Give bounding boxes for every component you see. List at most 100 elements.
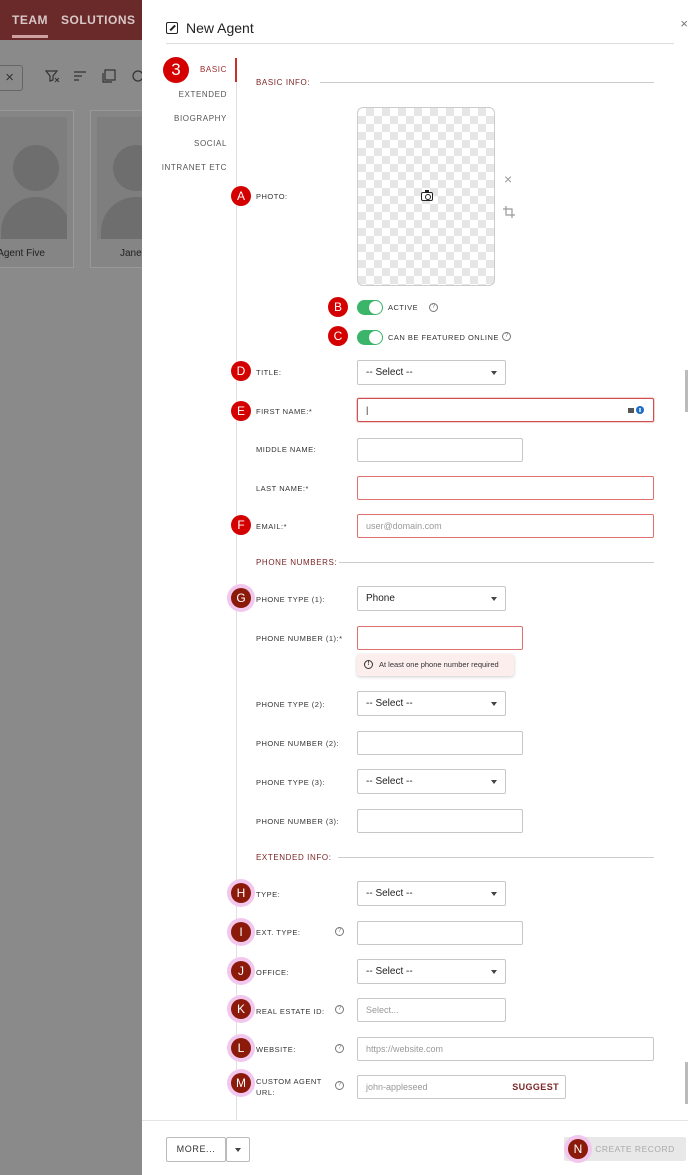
phone-number-3-input[interactable] — [357, 809, 523, 833]
office-label: OFFICE: — [256, 968, 290, 977]
custom-url-input[interactable]: john-appleseed SUGGEST — [357, 1075, 566, 1099]
sidenav-item-intranet[interactable]: INTRANET ETC — [142, 156, 237, 181]
email-label: EMAIL:* — [256, 522, 288, 531]
phone-type-2-label: PHONE TYPE (2): — [256, 700, 326, 709]
section-divider — [338, 857, 654, 858]
sort-icon[interactable] — [72, 68, 88, 84]
phone-type-1-select[interactable]: Phone — [357, 586, 506, 611]
type-select[interactable]: -- Select -- — [357, 881, 506, 906]
top-nav: TEAM SOLUTIONS — [0, 0, 150, 40]
section-nav: BASIC EXTENDED BIOGRAPHY SOCIAL INTRANET… — [142, 58, 237, 181]
website-input[interactable]: https://website.com — [357, 1037, 654, 1061]
phone-type-2-value: -- Select -- — [366, 698, 413, 709]
chevron-down-icon — [491, 970, 497, 974]
email-input[interactable]: user@domain.com — [357, 514, 654, 538]
active-toggle[interactable] — [357, 300, 383, 315]
chevron-down-icon — [491, 892, 497, 896]
phone-number-2-input[interactable] — [357, 731, 523, 755]
modal-footer: MORE... CREATE RECORD N — [142, 1120, 688, 1175]
help-icon[interactable]: ? — [429, 303, 438, 312]
copy-icon[interactable] — [101, 68, 117, 84]
real-estate-id-placeholder: Select... — [366, 1005, 399, 1015]
ext-type-label: EXT. TYPE: — [256, 928, 301, 937]
help-icon[interactable]: ? — [335, 1005, 344, 1014]
help-icon[interactable]: ? — [335, 927, 344, 936]
annotation-badge-g: G — [231, 588, 251, 608]
nav-solutions[interactable]: SOLUTIONS — [61, 13, 136, 27]
suggest-button[interactable]: SUGGEST — [512, 1076, 559, 1098]
custom-url-label-line-1: CUSTOM AGENT — [256, 1077, 322, 1086]
photo-upload[interactable] — [357, 107, 495, 286]
more-button[interactable]: MORE... — [166, 1137, 226, 1162]
agent-card-name: Agent Five — [0, 248, 45, 259]
title-select-value: -- Select -- — [366, 367, 413, 378]
annotation-badge-l: L — [231, 1038, 251, 1058]
sidenav-item-extended[interactable]: EXTENDED — [142, 83, 237, 108]
remove-photo-icon[interactable]: × — [504, 171, 512, 187]
ext-type-input[interactable] — [357, 921, 523, 945]
clear-filter-button[interactable]: × — [0, 65, 23, 91]
annotation-badge-c: C — [328, 326, 348, 346]
phone-type-2-select[interactable]: -- Select -- — [357, 691, 506, 716]
section-heading-basic: BASIC INFO: — [256, 78, 311, 87]
phone-type-1-label: PHONE TYPE (1): — [256, 595, 326, 604]
annotation-badge-k: K — [231, 999, 251, 1019]
annotation-badge-n: N — [568, 1139, 588, 1159]
more-dropdown-button[interactable] — [226, 1137, 250, 1162]
edit-icon — [166, 22, 178, 34]
section-heading-extended: EXTENDED INFO: — [256, 853, 332, 862]
sidenav-item-biography[interactable]: BIOGRAPHY — [142, 107, 237, 132]
title-select[interactable]: -- Select -- — [357, 360, 506, 385]
featured-online-label: CAN BE FEATURED ONLINE — [388, 333, 499, 342]
annotation-badge-b: B — [328, 297, 348, 317]
chevron-down-icon — [491, 597, 497, 601]
annotation-badge-d: D — [231, 361, 251, 381]
help-icon[interactable]: ? — [335, 1081, 344, 1090]
section-divider — [320, 82, 654, 83]
password-manager-icon[interactable] — [627, 405, 645, 415]
annotation-badge-h: H — [231, 883, 251, 903]
annotation-badge-i: I — [231, 922, 251, 942]
section-divider — [339, 562, 654, 563]
text-cursor: | — [366, 405, 369, 415]
type-select-value: -- Select -- — [366, 888, 413, 899]
phone-number-1-input[interactable] — [357, 626, 523, 650]
middle-name-label: MIDDLE NAME: — [256, 445, 317, 454]
annotation-badge-f: F — [231, 515, 251, 535]
crop-icon[interactable] — [502, 205, 516, 219]
phone-error-tooltip: ! At least one phone number required — [357, 654, 514, 676]
step-badge: 3 — [163, 57, 189, 83]
middle-name-input[interactable] — [357, 438, 523, 462]
nav-team[interactable]: TEAM — [12, 13, 48, 38]
office-select[interactable]: -- Select -- — [357, 959, 506, 984]
first-name-label: FIRST NAME:* — [256, 407, 313, 416]
chevron-down-icon — [491, 371, 497, 375]
chevron-down-icon — [491, 780, 497, 784]
warning-icon: ! — [364, 660, 373, 669]
annotation-badge-a: A — [231, 186, 251, 206]
first-name-input[interactable]: | — [357, 398, 654, 422]
close-icon[interactable]: × — [680, 16, 688, 31]
section-heading-phones: PHONE NUMBERS: — [256, 558, 338, 567]
phone-type-3-value: -- Select -- — [366, 776, 413, 787]
background-toolbar: × — [0, 55, 150, 95]
photo-label: PHOTO: — [256, 192, 288, 201]
office-select-value: -- Select -- — [366, 966, 413, 977]
real-estate-id-select[interactable]: Select... — [357, 998, 506, 1022]
phone-error-text: At least one phone number required — [379, 660, 499, 669]
phone-type-3-select[interactable]: -- Select -- — [357, 769, 506, 794]
filter-icon[interactable] — [44, 68, 60, 84]
help-icon[interactable]: ? — [502, 332, 511, 341]
sidenav-item-social[interactable]: SOCIAL — [142, 132, 237, 157]
sidenav-item-basic[interactable]: BASIC — [142, 58, 237, 83]
email-placeholder: user@domain.com — [366, 521, 442, 531]
annotation-badge-m: M — [231, 1073, 251, 1093]
last-name-label: LAST NAME:* — [256, 484, 309, 493]
featured-online-toggle[interactable] — [357, 330, 383, 345]
type-label: TYPE: — [256, 890, 281, 899]
agent-card[interactable]: Agent Five — [0, 110, 74, 268]
help-icon[interactable]: ? — [335, 1044, 344, 1053]
last-name-input[interactable] — [357, 476, 654, 500]
website-label: WEBSITE: — [256, 1045, 296, 1054]
phone-number-2-label: PHONE NUMBER (2): — [256, 739, 340, 748]
